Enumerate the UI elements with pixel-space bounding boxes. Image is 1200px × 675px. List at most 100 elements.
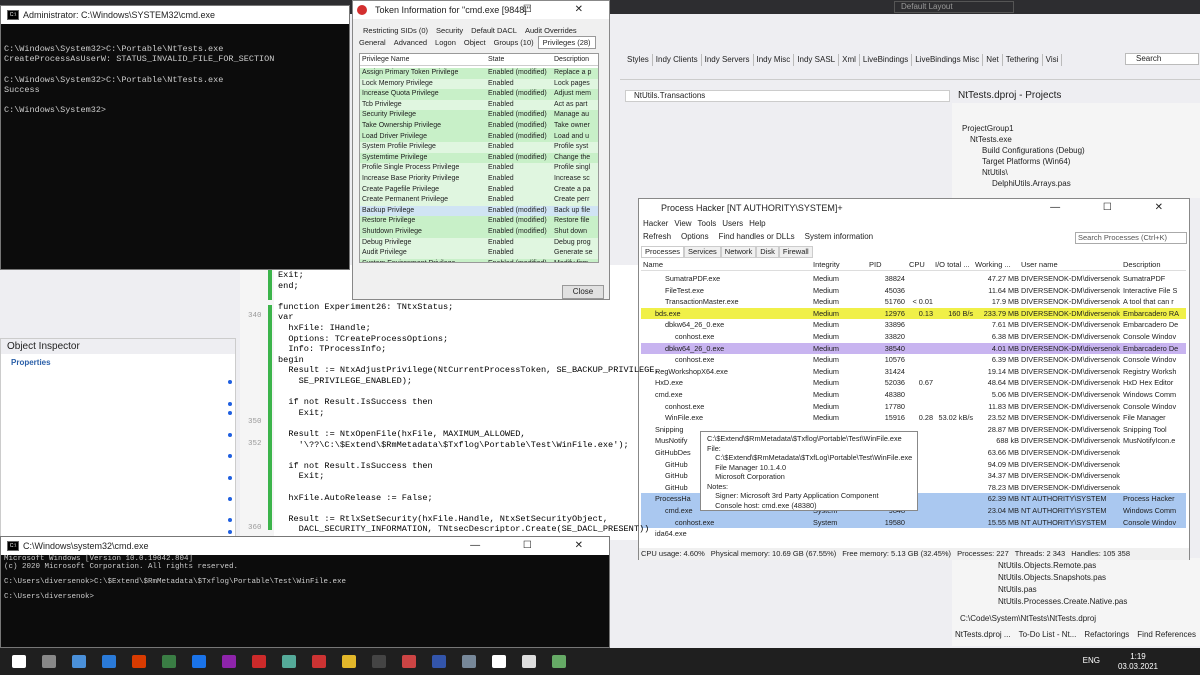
token-tab[interactable]: Audit Overrides (521, 25, 581, 36)
project-tree-item[interactable]: NtUtils.pas (998, 585, 1037, 594)
clock[interactable]: 1:19 03.03.2021 (1118, 652, 1158, 672)
project-tree-item[interactable]: NtUtils\ (982, 168, 1008, 177)
project-tree-item[interactable]: Target Platforms (Win64) (982, 157, 1070, 166)
privilege-row[interactable]: Restore Privilege Enabled (modified) Resto… (360, 216, 598, 227)
close-button[interactable]: Close (562, 285, 604, 299)
ph-tab[interactable]: Services (684, 246, 721, 258)
layout-selector[interactable]: Default Layout (894, 1, 1014, 13)
toolbar-tab-9[interactable]: Tethering (1003, 54, 1043, 66)
privilege-row[interactable]: Systemtime Privilege Enabled (modified) Ch… (360, 152, 598, 164)
project-tree-item[interactable]: NtTests.exe (970, 135, 1012, 144)
token-tab[interactable]: Privileges (28) (537, 36, 596, 49)
toolbar-tab-1[interactable]: Indy Clients (653, 54, 702, 66)
token-tab[interactable]: Default DACL (467, 25, 521, 36)
bottom-tab[interactable]: NtTests.dproj ... (955, 630, 1011, 639)
toolbar-tab-2[interactable]: Indy Servers (702, 54, 754, 66)
admin-cmd-window[interactable]: C:\ Administrator: C:\Windows\SYSTEM32\cm… (0, 5, 350, 270)
process-row[interactable]: ida64.exe (641, 528, 1186, 540)
taskbar-app-icon[interactable] (192, 655, 206, 668)
process-row[interactable]: WinFile.exe Medium 15916 0.28 53.02 kB/s 23.5… (641, 412, 1186, 424)
project-tree-item[interactable]: ProjectGroup1 (962, 124, 1014, 133)
token-tab[interactable]: Security (432, 25, 467, 36)
token-tab[interactable]: General (355, 37, 390, 48)
ph-toolbar-button[interactable]: Find handles or DLLs (719, 232, 795, 241)
token-tab[interactable]: Advanced (390, 37, 431, 48)
taskbar-app-icon[interactable] (252, 655, 266, 668)
taskbar-app-icon[interactable] (372, 655, 386, 668)
privilege-row[interactable]: Take Ownership Privilege Enabled (modifie… (360, 121, 598, 132)
project-tree-item[interactable]: NtUtils.Objects.Snapshots.pas (998, 573, 1106, 582)
privilege-row[interactable]: Assign Primary Token Privilege Enabled (m… (360, 68, 598, 79)
toolbar-tab-10[interactable]: Visi (1043, 54, 1063, 66)
token-tab[interactable]: Logon (431, 37, 460, 48)
process-row[interactable]: FileTest.exe Medium 45036 11.64 MB DIVERSENO… (641, 284, 1186, 297)
process-row[interactable]: RegWorkshopX64.exe Medium 31424 19.14 MB DIV… (641, 365, 1186, 378)
process-row[interactable]: bds.exe Medium 12976 0.13 160 B/s 233.79 MB DI… (641, 307, 1186, 320)
project-tree-item[interactable]: DelphiUtils.Arrays.pas (992, 179, 1071, 188)
ph-menu-item[interactable]: Tools (698, 219, 717, 228)
privilege-row[interactable]: Lock Memory Privilege Enabled Lock pages (360, 78, 598, 90)
token-tab[interactable]: Object (460, 37, 490, 48)
privilege-row[interactable]: Load Driver Privilege Enabled (modified) L… (360, 131, 598, 143)
process-row[interactable]: cmd.exe Medium 48380 5.06 MB DIVERSENOK-DM\d… (641, 389, 1186, 401)
taskbar-app-icon[interactable] (222, 655, 236, 668)
ph-column-header[interactable]: Working ... (975, 260, 1019, 269)
process-row[interactable]: conhost.exe Medium 33820 6.38 MB DIVERSENOK-… (641, 331, 1186, 343)
token-tab[interactable]: Restricting SIDs (0) (359, 25, 432, 36)
privilege-row[interactable]: Security Privilege Enabled (modified) Mana… (360, 110, 598, 121)
taskbar-app-icon[interactable] (12, 655, 26, 668)
ph-column-header[interactable]: PID (869, 260, 905, 269)
privilege-row[interactable]: Backup Privilege Enabled (modified) Back u… (360, 205, 598, 217)
ph-column-header[interactable]: Description (1123, 260, 1186, 269)
window-controls[interactable]: — ☐ ✕ (470, 537, 603, 555)
cmd-window[interactable]: C:\ C:\Windows\system32\cmd.exe — ☐ ✕ Micr… (0, 536, 610, 648)
bottom-tab[interactable]: To-Do List - Nt... (1019, 630, 1077, 639)
taskbar-app-icon[interactable] (72, 655, 86, 668)
taskbar-app-icon[interactable] (162, 655, 176, 668)
project-tree-item[interactable]: Build Configurations (Debug) (982, 146, 1085, 155)
ph-menu-item[interactable]: Users (722, 219, 743, 228)
taskbar-app-icon[interactable] (42, 655, 56, 668)
privilege-row[interactable]: Increase Base Priority Privilege Enabled I… (360, 174, 598, 185)
privilege-row[interactable]: Create Permanent Privilege Enabled Create … (360, 195, 598, 206)
taskbar-app-icon[interactable] (402, 655, 416, 668)
toolbar-tab-3[interactable]: Indy Misc (754, 54, 795, 66)
taskbar-app-icon[interactable] (342, 655, 356, 668)
taskbar-app-icon[interactable] (552, 655, 566, 668)
toolbar-tab-6[interactable]: LiveBindings (860, 54, 913, 66)
properties-tab[interactable]: Properties (1, 354, 235, 371)
editor-tab-ntutils-transactions[interactable]: NtUtils.Transactions (625, 90, 950, 102)
privilege-row[interactable]: Profile Single Process Privilege Enabled P… (360, 163, 598, 174)
process-row[interactable]: HxD.exe Medium 52036 0.67 48.64 MB DIVERSENOK… (641, 377, 1186, 389)
process-row[interactable]: dbkw64_26_0.exe Medium 33896 7.61 MB DIVERSE… (641, 319, 1186, 331)
process-row[interactable]: conhost.exe Medium 10576 6.39 MB DIVERSENOK-… (641, 354, 1186, 366)
toolbar-tab-4[interactable]: Indy SASL (794, 54, 840, 66)
toolbar-tab-0[interactable]: Styles (624, 54, 653, 66)
privilege-row[interactable]: Shutdown Privilege Enabled (modified) Shut… (360, 227, 598, 238)
taskbar-app-icon[interactable] (522, 655, 536, 668)
ph-column-header[interactable]: I/O total ... (935, 260, 973, 269)
taskbar-app-icon[interactable] (282, 655, 296, 668)
language-indicator[interactable]: ENG (1083, 656, 1100, 665)
ph-toolbar-button[interactable]: Options (681, 232, 709, 241)
process-row[interactable]: dbkw64_26_0.exe Medium 38540 4.01 MB DIVERSE… (641, 342, 1186, 355)
window-controls[interactable]: — ☐ ✕ (1050, 199, 1183, 217)
ph-menu-item[interactable]: Help (749, 219, 765, 228)
ph-column-header[interactable]: CPU (909, 260, 933, 269)
bottom-tab[interactable]: Find References (1137, 630, 1196, 639)
taskbar-app-icon[interactable] (102, 655, 116, 668)
process-row[interactable]: TransactionMaster.exe Medium 51760 < 0.01 17… (641, 296, 1186, 308)
privilege-row[interactable]: Debug Privilege Enabled Debug prog (360, 237, 598, 249)
token-tab[interactable]: Groups (10) (490, 37, 538, 48)
ph-toolbar-button[interactable]: Refresh (643, 232, 671, 241)
taskbar-app-icon[interactable] (462, 655, 476, 668)
ph-tab[interactable]: Firewall (778, 246, 813, 258)
privilege-row[interactable]: System Environment PrivilegeEnabled (mod… (360, 258, 598, 262)
ph-column-header[interactable]: Name (643, 260, 811, 269)
privilege-row[interactable]: Create Pagefile Privilege Enabled Create a… (360, 184, 598, 196)
ph-column-header[interactable]: User name (1021, 260, 1121, 269)
taskbar-app-icon[interactable] (312, 655, 326, 668)
ph-menu-item[interactable]: View (674, 219, 691, 228)
ph-menu-item[interactable]: Hacker (643, 219, 668, 228)
privileges-list[interactable]: Privilege Name State Description Assign Pri… (359, 53, 599, 263)
